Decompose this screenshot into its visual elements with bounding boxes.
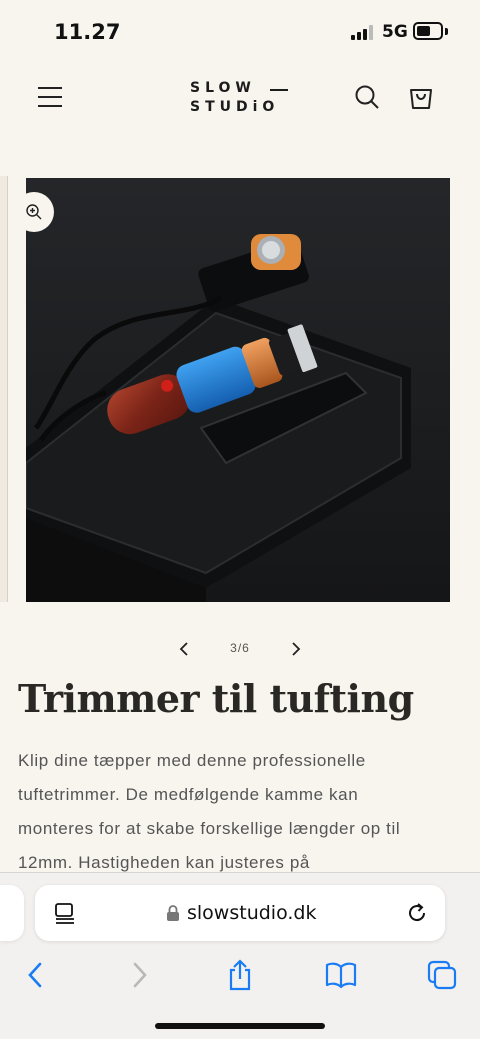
- home-indicator: [155, 1023, 325, 1029]
- forward-button[interactable]: [117, 953, 161, 997]
- lock-icon: [167, 905, 179, 921]
- menu-button[interactable]: [32, 82, 68, 112]
- cart-icon: [410, 89, 432, 109]
- menu-icon: [38, 87, 62, 107]
- trimmer-photo: [26, 178, 450, 602]
- signal-icon: [351, 24, 375, 40]
- reader-icon[interactable]: [53, 901, 77, 925]
- next-image-button[interactable]: [284, 638, 306, 660]
- back-icon: [28, 962, 42, 988]
- zoom-icon: [26, 204, 42, 220]
- chevron-left-icon: [179, 642, 188, 656]
- forward-icon: [133, 962, 147, 988]
- logo-line2: STUDiO: [190, 99, 280, 115]
- description-line: Klip dine tæpper med denne professionell…: [18, 751, 366, 770]
- browser-nav-row: [0, 953, 480, 997]
- search-icon: [355, 85, 379, 109]
- cart-button[interactable]: [404, 80, 438, 114]
- site-logo[interactable]: SLOW STUDiO: [180, 78, 300, 118]
- chevron-right-icon: [292, 642, 301, 656]
- product-image[interactable]: [26, 178, 450, 602]
- battery-icon: [413, 22, 443, 40]
- address-bar[interactable]: slowstudio.dk: [35, 885, 445, 941]
- logo-line1: SLOW: [190, 80, 256, 96]
- zoom-button[interactable]: [14, 192, 54, 232]
- browser-toolbar: slowstudio.dk: [0, 872, 480, 1039]
- gallery-pager: 3/6: [160, 634, 320, 664]
- search-button[interactable]: [350, 80, 384, 114]
- site-header: SLOW STUDiO: [0, 64, 480, 140]
- status-bar: 11.27 5G: [0, 0, 480, 64]
- tabs-button[interactable]: [420, 953, 464, 997]
- reload-icon[interactable]: [405, 901, 429, 925]
- previous-tab-peek[interactable]: [0, 885, 24, 941]
- status-time: 11.27: [54, 20, 121, 44]
- url-text: slowstudio.dk: [187, 902, 317, 924]
- bookmarks-icon: [325, 962, 357, 989]
- share-button[interactable]: [218, 953, 262, 997]
- description-line: tuftetrimmer. De medfølgende kamme kan: [18, 785, 359, 804]
- previous-slide-edge[interactable]: [0, 176, 8, 602]
- share-icon: [229, 959, 251, 991]
- tabs-icon: [427, 960, 457, 990]
- bookmarks-button[interactable]: [319, 953, 363, 997]
- description-line: monteres for at skabe forskellige længde…: [18, 819, 401, 838]
- network-label: 5G: [382, 22, 408, 42]
- previous-image-button[interactable]: [174, 638, 196, 660]
- back-button[interactable]: [14, 953, 58, 997]
- product-title: Trimmer til tufting: [18, 676, 414, 721]
- product-description: Klip dine tæpper med denne professionell…: [18, 744, 458, 880]
- product-gallery[interactable]: [0, 176, 480, 604]
- pager-count: 3/6: [230, 641, 250, 655]
